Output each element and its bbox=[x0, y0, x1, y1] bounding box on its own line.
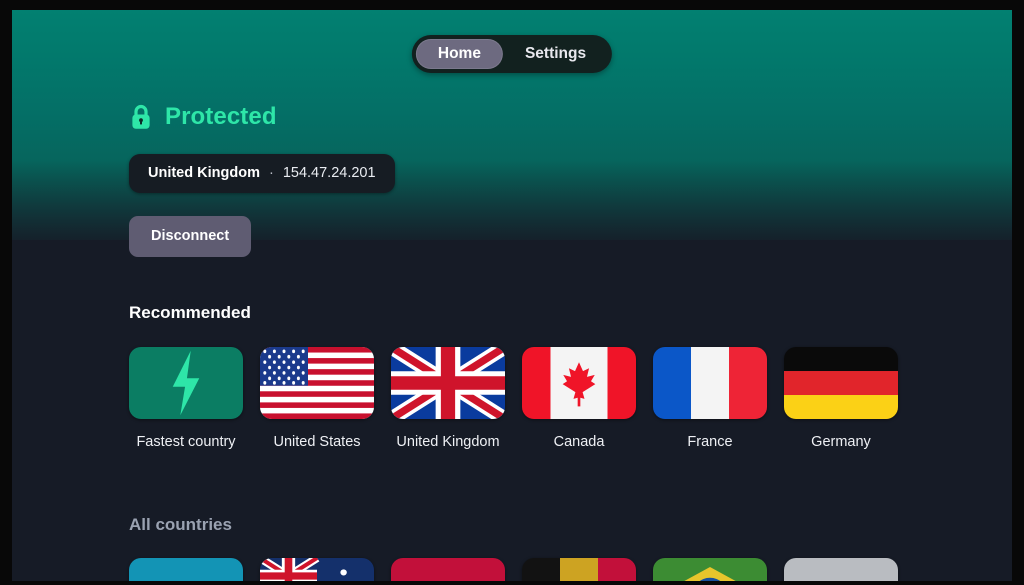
app-content: Home Settings Protected United Kingdom ·… bbox=[12, 10, 1012, 581]
lock-closed-icon bbox=[129, 103, 153, 131]
country-tile-label: Canada bbox=[553, 434, 605, 450]
country-tile-bulgaria[interactable] bbox=[784, 558, 898, 581]
flag-at-icon bbox=[391, 558, 505, 581]
flag-be-icon bbox=[522, 558, 636, 581]
flag-br-icon bbox=[653, 558, 767, 581]
country-tile-australia[interactable] bbox=[260, 558, 374, 581]
device-screen: Home Settings Protected United Kingdom ·… bbox=[0, 0, 1024, 585]
flag-au-icon bbox=[260, 558, 374, 581]
country-tile-label: Fastest country bbox=[136, 434, 236, 450]
tab-settings[interactable]: Settings bbox=[503, 39, 608, 69]
tab-bar: Home Settings bbox=[411, 35, 613, 73]
flag-us-icon bbox=[260, 347, 374, 419]
all-countries-list bbox=[129, 558, 898, 581]
bolt-icon bbox=[129, 347, 243, 419]
server-country: United Kingdom bbox=[148, 165, 260, 181]
all-countries-section-title: All countries bbox=[129, 515, 232, 534]
flag-de-icon bbox=[784, 347, 898, 419]
connection-status: Protected bbox=[129, 103, 277, 131]
country-tile-germany[interactable]: Germany bbox=[784, 347, 898, 450]
recommended-country-list: Fastest country United States United Kin… bbox=[129, 347, 898, 450]
country-tile-france[interactable]: France bbox=[653, 347, 767, 450]
status-label: Protected bbox=[165, 103, 277, 130]
recommended-section-title: Recommended bbox=[129, 303, 251, 322]
disconnect-button[interactable]: Disconnect bbox=[129, 216, 252, 257]
server-ip-address: 154.47.24.201 bbox=[282, 165, 376, 181]
server-info-chip: United Kingdom · 154.47.24.201 bbox=[129, 154, 395, 193]
country-tile-brazil[interactable] bbox=[653, 558, 767, 581]
country-tile-fastest[interactable]: Fastest country bbox=[129, 347, 243, 450]
country-tile-label: United Kingdom bbox=[396, 434, 500, 450]
flag-gb-icon bbox=[391, 347, 505, 419]
separator-dot: · bbox=[268, 165, 274, 181]
country-tile-label: France bbox=[687, 434, 733, 450]
country-tile-united-kingdom[interactable]: United Kingdom bbox=[391, 347, 505, 450]
flag-bg-icon bbox=[784, 558, 898, 581]
country-tile-canada[interactable]: Canada bbox=[522, 347, 636, 450]
flag-ar-icon bbox=[129, 558, 243, 581]
country-tile-belgium[interactable] bbox=[522, 558, 636, 581]
country-tile-austria[interactable] bbox=[391, 558, 505, 581]
country-tile-label: Germany bbox=[811, 434, 871, 450]
tab-home[interactable]: Home bbox=[415, 39, 503, 69]
country-tile-united-states[interactable]: United States bbox=[260, 347, 374, 450]
country-tile-label: United States bbox=[273, 434, 361, 450]
vpn-app-window: Home Settings Protected United Kingdom ·… bbox=[12, 10, 1012, 581]
flag-fr-icon bbox=[653, 347, 767, 419]
country-tile-argentina[interactable] bbox=[129, 558, 243, 581]
flag-ca-icon bbox=[522, 347, 636, 419]
